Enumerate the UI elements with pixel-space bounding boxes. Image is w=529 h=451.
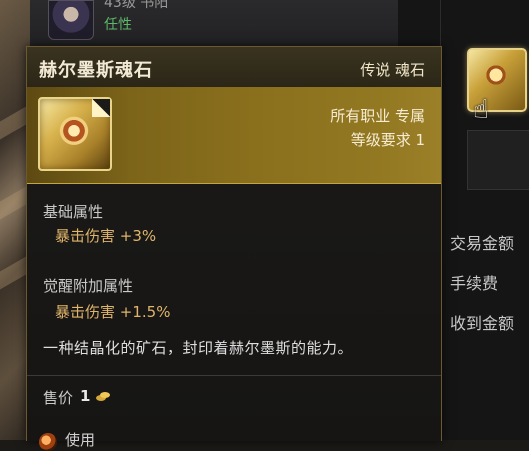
item-soulstone-icon	[38, 97, 112, 171]
base-attr-title: 基础属性	[43, 203, 104, 221]
level-requirement: 等级要求 1	[350, 131, 425, 149]
price-value: 1	[80, 387, 91, 405]
awaken-attr-stat: 暴击伤害 +1.5%	[55, 303, 171, 321]
item-rarity: 传说 魂石	[360, 61, 425, 79]
item-info-band: 所有职业 专属 等级要求 1	[27, 87, 441, 184]
fee-label: 手续费	[450, 274, 499, 293]
awaken-attr-title: 觉醒附加属性	[43, 277, 134, 295]
price-label: 售价	[43, 389, 74, 407]
item-soulstone-icon	[481, 60, 511, 90]
character-trait: 任性	[104, 17, 132, 33]
icon-fold	[92, 99, 110, 117]
received-amount-label: 收到金额	[450, 314, 515, 333]
character-avatar	[48, 0, 94, 40]
base-attr-stat: 暴击伤害 +3%	[55, 227, 157, 245]
tooltip-divider	[27, 375, 441, 376]
trade-amount-label: 交易金额	[450, 234, 515, 253]
class-restriction: 所有职业 专属	[330, 107, 425, 125]
trade-item-box[interactable]	[467, 130, 529, 190]
character-level: 43级 书阳	[104, 0, 169, 11]
use-icon[interactable]	[39, 433, 57, 451]
pointer-hand-icon: ☝	[473, 95, 489, 125]
item-description: 一种结晶化的矿石，封印着赫尔墨斯的能力。	[43, 339, 354, 357]
gold-coin-icon	[96, 392, 110, 401]
item-tooltip: 赫尔墨斯魂石 传说 魂石 所有职业 专属 等级要求 1 基础属性 暴击伤害 +3…	[26, 46, 442, 451]
item-name: 赫尔墨斯魂石	[39, 60, 153, 81]
soulstone-glyph	[54, 111, 94, 155]
tooltip-header: 赫尔墨斯魂石 传说 魂石	[27, 47, 441, 88]
